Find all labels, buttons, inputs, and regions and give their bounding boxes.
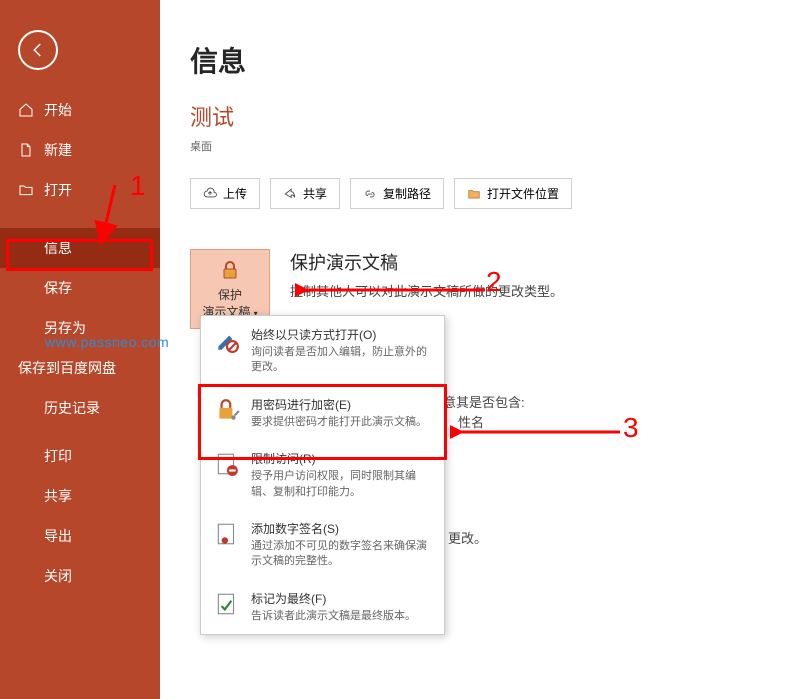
button-label: 共享 — [303, 185, 327, 202]
protect-heading: 保护演示文稿 — [290, 249, 563, 275]
back-button[interactable] — [18, 30, 58, 70]
lock-icon — [218, 258, 242, 282]
sidebar-item-label: 信息 — [44, 238, 72, 258]
menu-desc: 询问读者是否加入编辑，防止意外的更改。 — [251, 345, 432, 376]
copy-path-button[interactable]: 复制路径 — [350, 178, 444, 209]
home-icon — [18, 102, 34, 118]
restrict-icon — [213, 450, 241, 478]
menu-desc: 通过添加不可见的数字签名来确保演示文稿的完整性。 — [251, 539, 432, 570]
bg-text-1: 意其是否包含: — [443, 392, 525, 411]
sidebar-item-info[interactable]: 信息 — [0, 228, 160, 268]
breadcrumb: 桌面 — [190, 138, 769, 154]
page-title: 信息 — [190, 40, 769, 80]
link-icon — [363, 187, 377, 201]
folder-icon — [18, 182, 34, 198]
arrow-left-icon — [29, 41, 47, 59]
button-label: 复制路径 — [383, 185, 431, 202]
bg-text-3: 更改。 — [448, 528, 487, 547]
annotation-number-1: 1 — [130, 170, 146, 202]
sidebar-item-baidu[interactable]: 保存到百度网盘 — [0, 348, 160, 388]
menu-item-encrypt[interactable]: 用密码进行加密(E) 要求提供密码才能打开此演示文稿。 — [201, 386, 444, 440]
action-row: 上传 共享 复制路径 打开文件位置 — [190, 178, 769, 209]
menu-title: 标记为最终(F) — [251, 590, 432, 607]
file-title: 测试 — [190, 100, 769, 132]
sidebar-item-print[interactable]: 打印 — [0, 436, 160, 476]
upload-button[interactable]: 上传 — [190, 178, 260, 209]
file-icon — [18, 142, 34, 158]
sidebar-item-label: 打开 — [44, 180, 72, 200]
open-location-button[interactable]: 打开文件位置 — [454, 178, 572, 209]
share-icon — [283, 187, 297, 201]
menu-item-markfinal[interactable]: 标记为最终(F) 告诉读者此演示文稿是最终版本。 — [201, 580, 444, 634]
sidebar-item-save[interactable]: 保存 — [0, 268, 160, 308]
cloud-icon — [203, 187, 217, 201]
menu-title: 用密码进行加密(E) — [251, 396, 432, 413]
pencil-forbidden-icon — [213, 326, 241, 354]
sidebar-item-share[interactable]: 共享 — [0, 476, 160, 516]
sidebar-item-label: 保存到百度网盘 — [18, 358, 116, 378]
menu-title: 始终以只读方式打开(O) — [251, 326, 432, 343]
sidebar-item-history[interactable]: 历史记录 — [0, 388, 160, 428]
menu-desc: 要求提供密码才能打开此演示文稿。 — [251, 415, 432, 430]
tile-text-1: 保护 — [218, 288, 242, 302]
sidebar-item-saveas[interactable]: 另存为 — [0, 308, 160, 348]
menu-item-signature[interactable]: 添加数字签名(S) 通过添加不可见的数字签名来确保演示文稿的完整性。 — [201, 510, 444, 580]
sidebar-item-new[interactable]: 新建 — [0, 130, 160, 170]
sidebar: 开始 新建 打开 信息 保存 另存为 保存到百度网盘 历史记录 打印 — [0, 0, 160, 699]
sidebar-item-export[interactable]: 导出 — [0, 516, 160, 556]
menu-desc: 授予用户访问权限，同时限制其编辑、复制和打印能力。 — [251, 469, 432, 500]
sidebar-item-label: 新建 — [44, 140, 72, 160]
menu-title: 添加数字签名(S) — [251, 520, 432, 537]
annotation-number-2: 2 — [486, 266, 502, 298]
lock-key-icon — [213, 396, 241, 424]
sidebar-item-label: 历史记录 — [44, 398, 100, 418]
sidebar-item-label: 共享 — [44, 486, 72, 506]
menu-desc: 告诉读者此演示文稿是最终版本。 — [251, 609, 432, 624]
menu-item-readonly[interactable]: 始终以只读方式打开(O) 询问读者是否加入编辑，防止意外的更改。 — [201, 316, 444, 386]
sidebar-item-home[interactable]: 开始 — [0, 90, 160, 130]
protect-info: 保护演示文稿 控制其他人可以对此演示文稿所做的更改类型。 — [290, 249, 563, 300]
sidebar-item-label: 开始 — [44, 100, 72, 120]
sidebar-item-close[interactable]: 关闭 — [0, 556, 160, 596]
sidebar-item-label: 导出 — [44, 526, 72, 546]
share-button[interactable]: 共享 — [270, 178, 340, 209]
sidebar-item-label: 保存 — [44, 278, 72, 298]
protect-dropdown-menu: 始终以只读方式打开(O) 询问读者是否加入编辑，防止意外的更改。 用密码进行加密… — [200, 315, 445, 635]
sidebar-item-label: 打印 — [44, 446, 72, 466]
folder-open-icon — [467, 187, 481, 201]
final-icon — [213, 590, 241, 618]
menu-title: 限制访问(R) — [251, 450, 432, 467]
sidebar-item-label: 关闭 — [44, 566, 72, 586]
menu-item-restrict[interactable]: 限制访问(R) 授予用户访问权限，同时限制其编辑、复制和打印能力。 — [201, 440, 444, 510]
button-label: 上传 — [223, 185, 247, 202]
annotation-number-3: 3 — [623, 412, 639, 444]
bg-text-2: 性名 — [458, 412, 484, 431]
signature-icon — [213, 520, 241, 548]
sidebar-item-label: 另存为 — [44, 318, 86, 338]
protect-desc: 控制其他人可以对此演示文稿所做的更改类型。 — [290, 281, 563, 300]
button-label: 打开文件位置 — [487, 185, 559, 202]
